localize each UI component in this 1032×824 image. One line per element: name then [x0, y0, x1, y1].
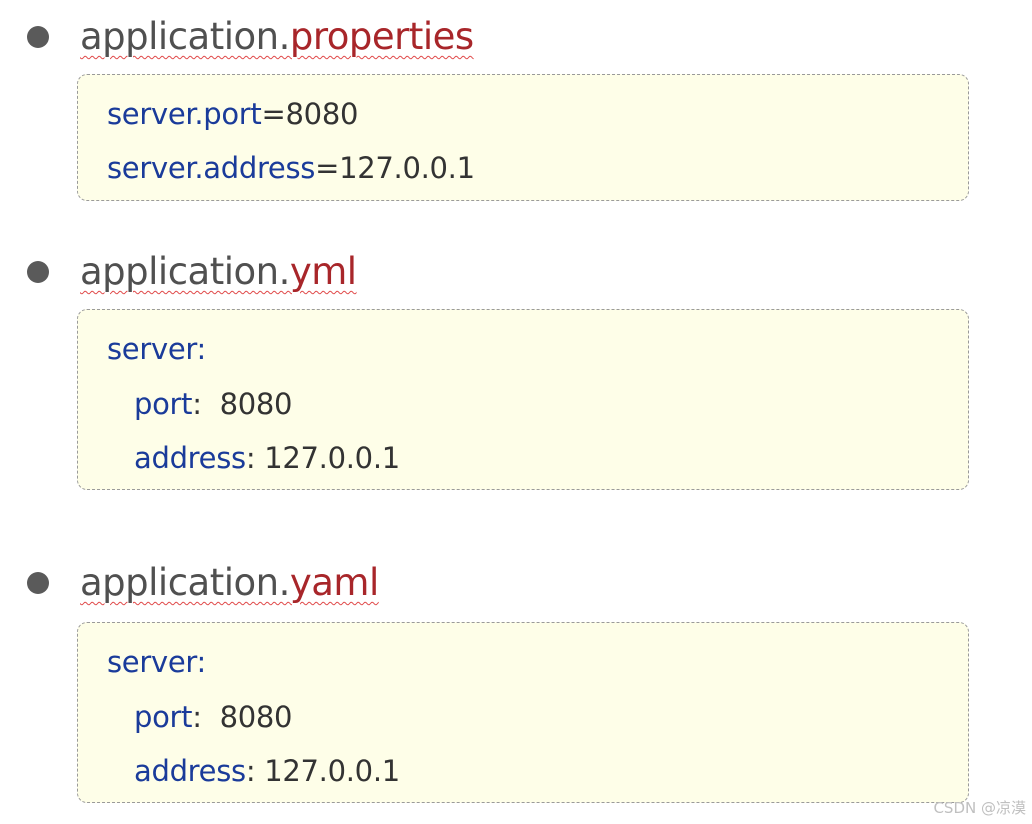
code-value: 8080 [219, 387, 293, 421]
code-value: 127.0.0.1 [264, 754, 400, 788]
code-key: server.address [107, 151, 316, 185]
file-extension: yml [289, 250, 357, 293]
file-heading: application.properties [80, 15, 474, 59]
code-key: server: [107, 332, 206, 366]
code-box: server: port: 8080 address: 127.0.0.1 [77, 622, 969, 803]
code-key: port [134, 700, 193, 734]
code-box: server.port=8080 server.address=127.0.0.… [77, 74, 969, 201]
code-line: server: [107, 645, 206, 679]
watermark: CSDN @凉漠 [933, 799, 1026, 817]
code-sep: = [261, 97, 286, 131]
file-extension: properties [289, 15, 474, 58]
code-value: 8080 [285, 97, 359, 131]
code-sep: : [245, 754, 265, 788]
bullet-icon [27, 261, 49, 283]
code-line: address: 127.0.0.1 [134, 754, 400, 788]
code-line: address: 127.0.0.1 [134, 441, 400, 475]
code-key: address [134, 441, 246, 475]
code-line: port: 8080 [134, 700, 292, 734]
code-sep: : [192, 387, 220, 421]
file-base-name: application. [80, 250, 290, 293]
code-line: server: [107, 332, 206, 366]
file-heading: application.yaml [80, 561, 379, 605]
code-value: 127.0.0.1 [264, 441, 400, 475]
code-line: port: 8080 [134, 387, 292, 421]
code-key: server: [107, 645, 206, 679]
code-line: server.address=127.0.0.1 [107, 151, 475, 185]
code-sep: : [245, 441, 265, 475]
code-sep: : [192, 700, 220, 734]
code-value: 8080 [219, 700, 293, 734]
code-value: 127.0.0.1 [339, 151, 475, 185]
file-base-name: application. [80, 15, 290, 58]
file-heading: application.yml [80, 250, 357, 294]
code-box: server: port: 8080 address: 127.0.0.1 [77, 309, 969, 490]
code-key: port [134, 387, 193, 421]
file-base-name: application. [80, 561, 290, 604]
code-line: server.port=8080 [107, 97, 358, 131]
file-extension: yaml [289, 561, 379, 604]
code-sep: = [315, 151, 340, 185]
bullet-icon [27, 572, 49, 594]
bullet-icon [27, 26, 49, 48]
code-key: server.port [107, 97, 262, 131]
code-key: address [134, 754, 246, 788]
